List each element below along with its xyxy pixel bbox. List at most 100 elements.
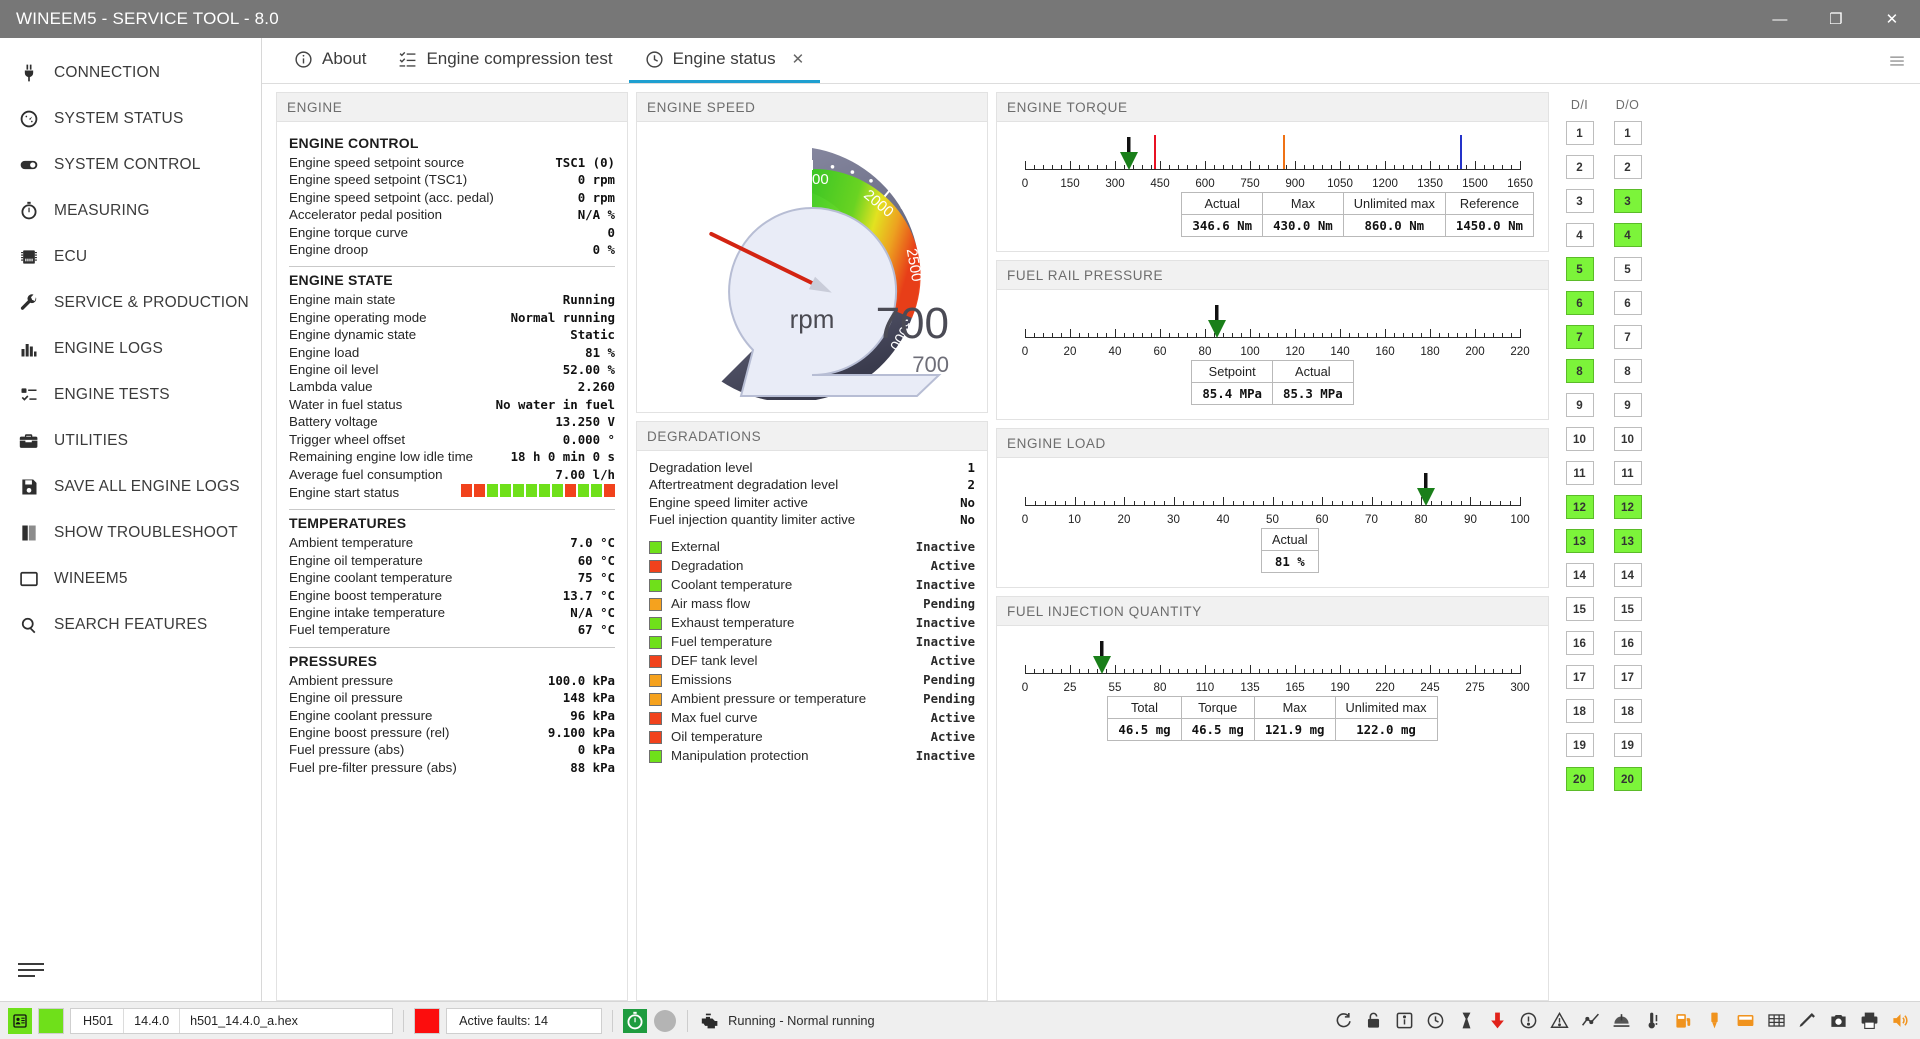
do-cell-12[interactable]: 12 xyxy=(1613,495,1642,519)
do-cell-16[interactable]: 16 xyxy=(1613,631,1642,655)
clock-face-icon[interactable] xyxy=(1423,1009,1447,1033)
sidebar-item-system-status[interactable]: SYSTEM STATUS xyxy=(0,96,261,142)
di-cell-8[interactable]: 8 xyxy=(1565,359,1594,383)
panel-orange-icon[interactable] xyxy=(1733,1009,1757,1033)
pen-icon[interactable] xyxy=(1795,1009,1819,1033)
warning-circle-icon[interactable] xyxy=(1516,1009,1540,1033)
sidebar-item-service-production[interactable]: SERVICE & PRODUCTION xyxy=(0,280,261,326)
collapse-menu-icon[interactable] xyxy=(18,957,48,983)
do-cell-18[interactable]: 18 xyxy=(1613,699,1642,723)
do-cell-15[interactable]: 15 xyxy=(1613,597,1642,621)
tab-about[interactable]: About xyxy=(278,38,382,83)
tab-overflow-icon[interactable] xyxy=(1888,38,1920,83)
sidebar-item-save-all-engine-logs[interactable]: SAVE ALL ENGINE LOGS xyxy=(0,464,261,510)
do-cell-3[interactable]: 3 xyxy=(1613,189,1642,213)
axis-tick-minor xyxy=(1439,669,1440,674)
di-cell-17[interactable]: 17 xyxy=(1565,665,1594,689)
sidebar-item-utilities[interactable]: UTILITIES xyxy=(0,418,261,464)
record-icon[interactable] xyxy=(653,1009,677,1033)
axis-tick-major xyxy=(1340,665,1341,674)
close-button[interactable]: ✕ xyxy=(1864,0,1920,38)
value-box-value: 46.5 mg xyxy=(1118,722,1171,737)
value-box: Actual 81 % xyxy=(1261,528,1319,573)
do-cell-5[interactable]: 5 xyxy=(1613,257,1642,281)
di-cell-16[interactable]: 16 xyxy=(1565,631,1594,655)
di-cell-3[interactable]: 3 xyxy=(1565,189,1594,213)
injector-icon[interactable] xyxy=(1702,1009,1726,1033)
sidebar-item-search-features[interactable]: SEARCH FEATURES xyxy=(0,602,261,648)
gauge-down-icon[interactable] xyxy=(1609,1009,1633,1033)
minimize-button[interactable]: — xyxy=(1752,0,1808,38)
di-cell-18[interactable]: 18 xyxy=(1565,699,1594,723)
do-cell-11[interactable]: 11 xyxy=(1613,461,1642,485)
do-cell-7[interactable]: 7 xyxy=(1613,325,1642,349)
value-box-label: Reference xyxy=(1445,193,1533,215)
axis-tick-label: 10 xyxy=(1068,513,1081,526)
di-cell-5[interactable]: 5 xyxy=(1565,257,1594,281)
do-cell-1[interactable]: 1 xyxy=(1613,121,1642,145)
sidebar-item-wineem5[interactable]: WINEEM5 xyxy=(0,556,261,602)
maximize-button[interactable]: ❐ xyxy=(1808,0,1864,38)
sidebar-collapse[interactable] xyxy=(0,957,261,1001)
di-cell-6[interactable]: 6 xyxy=(1565,291,1594,315)
tab-engine-status[interactable]: Engine status ✕ xyxy=(628,38,821,83)
di-cell-10[interactable]: 10 xyxy=(1565,427,1594,451)
sidebar-item-engine-tests[interactable]: ENGINE TESTS xyxy=(0,372,261,418)
di-cell-7[interactable]: 7 xyxy=(1565,325,1594,349)
di-cell-4[interactable]: 4 xyxy=(1565,223,1594,247)
sidebar-item-engine-logs[interactable]: ENGINE LOGS xyxy=(0,326,261,372)
di-cell-9[interactable]: 9 xyxy=(1565,393,1594,417)
fuel-rail-pressure-header: FUEL RAIL PRESSURE xyxy=(997,261,1548,290)
do-cell-19[interactable]: 19 xyxy=(1613,733,1642,757)
sidebar-item-ecu[interactable]: ECU xyxy=(0,234,261,280)
engine-speed-header: ENGINE SPEED xyxy=(637,93,987,122)
active-faults-box[interactable]: Active faults: 14 xyxy=(446,1007,603,1034)
di-cell-19[interactable]: 19 xyxy=(1565,733,1594,757)
speaker-icon[interactable] xyxy=(1888,1009,1912,1033)
warning-triangle-icon[interactable] xyxy=(1547,1009,1571,1033)
thermo-alert-icon[interactable] xyxy=(1640,1009,1664,1033)
do-cell-9[interactable]: 9 xyxy=(1613,393,1642,417)
unlock-icon[interactable] xyxy=(1361,1009,1385,1033)
di-cell-15[interactable]: 15 xyxy=(1565,597,1594,621)
do-cell-14[interactable]: 14 xyxy=(1613,563,1642,587)
camera-icon[interactable] xyxy=(1826,1009,1850,1033)
graph-icon[interactable] xyxy=(1578,1009,1602,1033)
tab-engine-compression-test[interactable]: Engine compression test xyxy=(382,38,628,83)
download-red-icon[interactable] xyxy=(1485,1009,1509,1033)
engine-start-status-row: Engine start status xyxy=(289,483,615,501)
do-cell-2[interactable]: 2 xyxy=(1613,155,1642,179)
scale-track: 0 20 40 60 80 100 120 140 160 180 200 220 xyxy=(1011,300,1534,364)
book-icon xyxy=(18,522,40,544)
fuel-orange-icon[interactable] xyxy=(1671,1009,1695,1033)
do-cell-13[interactable]: 13 xyxy=(1613,529,1642,553)
do-cell-4[interactable]: 4 xyxy=(1613,223,1642,247)
sidebar-item-measuring[interactable]: MEASURING xyxy=(0,188,261,234)
di-cell-14[interactable]: 14 xyxy=(1565,563,1594,587)
di-cell-2[interactable]: 2 xyxy=(1565,155,1594,179)
refresh-icon[interactable] xyxy=(1330,1009,1354,1033)
engine-load-header: ENGINE LOAD xyxy=(997,429,1548,458)
info-box-icon[interactable] xyxy=(1392,1009,1416,1033)
di-cell-1[interactable]: 1 xyxy=(1565,121,1594,145)
close-tab-icon[interactable]: ✕ xyxy=(792,50,805,68)
sidebar-item-show-troubleshoot[interactable]: SHOW TROUBLESHOOT xyxy=(0,510,261,556)
di-cell-12[interactable]: 12 xyxy=(1565,495,1594,519)
do-cell-6[interactable]: 6 xyxy=(1613,291,1642,315)
do-cell-20[interactable]: 20 xyxy=(1613,767,1642,791)
do-cell-10[interactable]: 10 xyxy=(1613,427,1642,451)
di-cell-11[interactable]: 11 xyxy=(1565,461,1594,485)
print-icon[interactable] xyxy=(1857,1009,1881,1033)
sidebar-item-connection[interactable]: CONNECTION xyxy=(0,50,261,96)
sidebar-item-system-control[interactable]: SYSTEM CONTROL xyxy=(0,142,261,188)
engine-row: Engine oil temperature 60 °C xyxy=(289,552,615,569)
di-cell-20[interactable]: 20 xyxy=(1565,767,1594,791)
do-cell-17[interactable]: 17 xyxy=(1613,665,1642,689)
start-status-block xyxy=(461,483,472,497)
stopwatch-icon[interactable] xyxy=(623,1008,648,1033)
grid-icon[interactable] xyxy=(1764,1009,1788,1033)
measure-icon[interactable] xyxy=(1454,1009,1478,1033)
axis-tick-minor xyxy=(1511,669,1512,674)
do-cell-8[interactable]: 8 xyxy=(1613,359,1642,383)
di-cell-13[interactable]: 13 xyxy=(1565,529,1594,553)
